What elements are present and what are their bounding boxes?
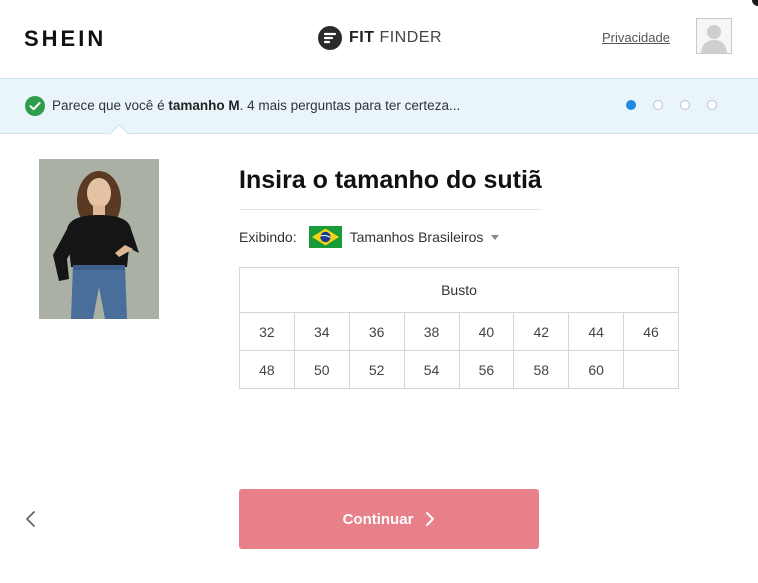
check-circle-icon [25,96,45,116]
fit-finder-logo-icon [318,26,342,50]
shein-logo: SHEIN [24,26,107,51]
size-option[interactable]: 60 [568,350,625,389]
size-option[interactable]: 54 [403,350,460,389]
progress-dot-4 [707,100,717,110]
size-option[interactable]: 38 [403,312,460,351]
size-option[interactable]: 50 [293,350,350,389]
size-option[interactable]: 36 [348,312,405,351]
banner-size: tamanho M [168,98,240,113]
title-divider [239,209,541,210]
privacy-link[interactable]: Privacidade [602,30,670,45]
size-system-label: Tamanhos Brasileiros [349,229,484,245]
progress-dots [626,100,717,110]
page-title: Insira o tamanho do sutiã [239,166,542,194]
banner-text-after: . 4 mais perguntas para ter certeza... [239,98,461,113]
size-option[interactable]: 58 [513,350,570,389]
progress-dot-3 [680,100,690,110]
size-system-dropdown[interactable]: Tamanhos Brasileiros [350,229,500,245]
size-option[interactable]: 32 [239,312,295,351]
product-image [39,159,159,319]
continue-label: Continuar [342,510,414,528]
size-option[interactable]: 42 [513,312,570,351]
chevron-right-icon [426,512,435,526]
size-option[interactable]: 48 [239,350,295,389]
continue-button[interactable]: Continuar [239,489,539,549]
size-option[interactable]: 56 [458,350,515,389]
empty-cell [623,350,679,389]
size-option[interactable]: 52 [348,350,405,389]
bust-size-table: Busto 32 34 36 38 40 42 44 46 48 50 52 5… [239,267,679,389]
size-system-row: Exibindo: Tamanhos Brasileiros [239,226,500,248]
size-option[interactable]: 46 [623,312,679,351]
size-option[interactable]: 34 [293,312,350,351]
table-row: 32 34 36 38 40 42 44 46 [239,312,679,351]
product-photo [39,159,159,319]
caret-down-icon [491,235,500,240]
header: SHEIN FIT FINDER Privacidade [0,0,758,78]
fit-text: FIT [349,29,375,46]
chevron-left-icon[interactable] [22,509,40,529]
size-prediction-banner: Parece que você é tamanho M. 4 mais perg… [0,78,758,134]
table-header: Busto [239,267,679,313]
progress-dot-2 [653,100,663,110]
banner-message: Parece que você é tamanho M. 4 mais perg… [52,98,460,113]
brazil-flag-icon [308,226,342,248]
size-option[interactable]: 40 [458,312,515,351]
avatar[interactable] [696,18,732,54]
size-option[interactable]: 44 [568,312,625,351]
finder-text: FINDER [379,29,443,46]
showing-label: Exibindo: [239,229,297,245]
progress-dot-1 [626,100,636,110]
user-silhouette-icon [701,25,727,53]
fit-finder-brand: FIT FINDER [318,26,442,50]
banner-text-before: Parece que você é [52,98,169,113]
table-row: 48 50 52 54 56 58 60 [239,350,679,389]
